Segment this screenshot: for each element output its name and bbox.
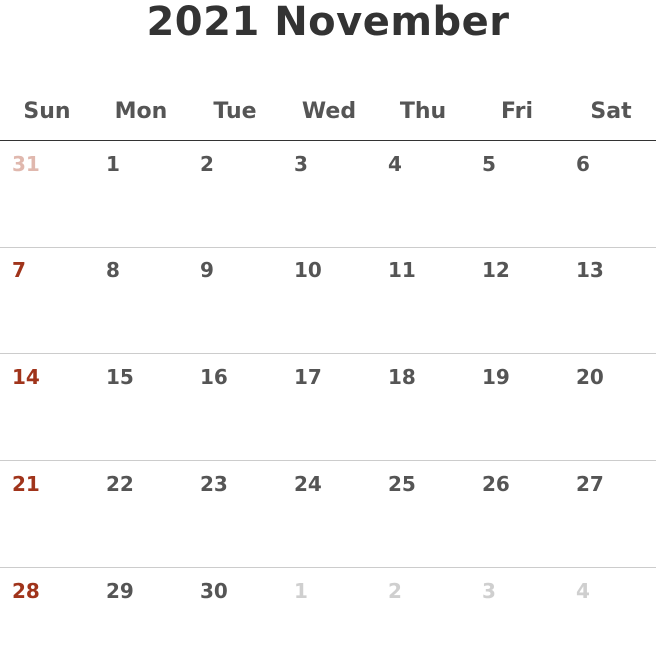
day-cell[interactable]: 22 [106, 471, 134, 497]
calendar: 2021 November Sun Mon Tue Wed Thu Fri Sat 31 1 2… [0, 0, 656, 668]
week-divider [0, 353, 656, 354]
day-cell[interactable]: 25 [388, 471, 416, 497]
day-cell[interactable]: 4 [388, 151, 402, 177]
day-cell[interactable]: 17 [294, 364, 322, 390]
day-cell[interactable]: 12 [482, 257, 510, 283]
day-cell[interactable]: 19 [482, 364, 510, 390]
day-cell[interactable]: 13 [576, 257, 604, 283]
weekday-tue: Tue [213, 99, 257, 124]
weekday-sun: Sun [23, 99, 71, 124]
day-cell[interactable]: 8 [106, 257, 120, 283]
day-cell-outside-month[interactable]: 3 [482, 578, 496, 604]
day-cell[interactable]: 29 [106, 578, 134, 604]
day-cell[interactable]: 9 [200, 257, 214, 283]
day-cell[interactable]: 15 [106, 364, 134, 390]
day-cell[interactable]: 21 [12, 471, 40, 497]
weekday-header-row: Sun Mon Tue Wed Thu Fri Sat [0, 96, 656, 128]
calendar-title: 2021 November [146, 0, 510, 45]
day-cell[interactable]: 30 [200, 578, 228, 604]
day-cell[interactable]: 11 [388, 257, 416, 283]
day-cell[interactable]: 6 [576, 151, 590, 177]
day-cell[interactable]: 10 [294, 257, 322, 283]
day-cell[interactable]: 5 [482, 151, 496, 177]
weekday-thu: Thu [399, 99, 447, 124]
day-cell[interactable]: 27 [576, 471, 604, 497]
day-cell[interactable]: 26 [482, 471, 510, 497]
day-cell[interactable]: 24 [294, 471, 322, 497]
week-divider [0, 247, 656, 248]
week-divider [0, 567, 656, 568]
header-divider [0, 140, 656, 141]
day-cell[interactable]: 1 [106, 151, 120, 177]
day-cell[interactable]: 20 [576, 364, 604, 390]
day-cell[interactable]: 2 [200, 151, 214, 177]
day-cell[interactable]: 7 [12, 257, 26, 283]
day-cell-outside-month[interactable]: 1 [294, 578, 308, 604]
day-cell[interactable]: 18 [388, 364, 416, 390]
day-cell[interactable]: 14 [12, 364, 40, 390]
weekday-wed: Wed [301, 99, 357, 124]
day-cell[interactable]: 28 [12, 578, 40, 604]
day-cell[interactable]: 3 [294, 151, 308, 177]
day-cell[interactable]: 23 [200, 471, 228, 497]
day-cell-outside-month[interactable]: 31 [12, 151, 40, 177]
weekday-fri: Fri [500, 99, 533, 124]
weekday-mon: Mon [114, 99, 168, 124]
day-cell-outside-month[interactable]: 2 [388, 578, 402, 604]
week-divider [0, 460, 656, 461]
day-cell[interactable]: 16 [200, 364, 228, 390]
day-cell-outside-month[interactable]: 4 [576, 578, 590, 604]
weekday-sat: Sat [590, 99, 632, 124]
